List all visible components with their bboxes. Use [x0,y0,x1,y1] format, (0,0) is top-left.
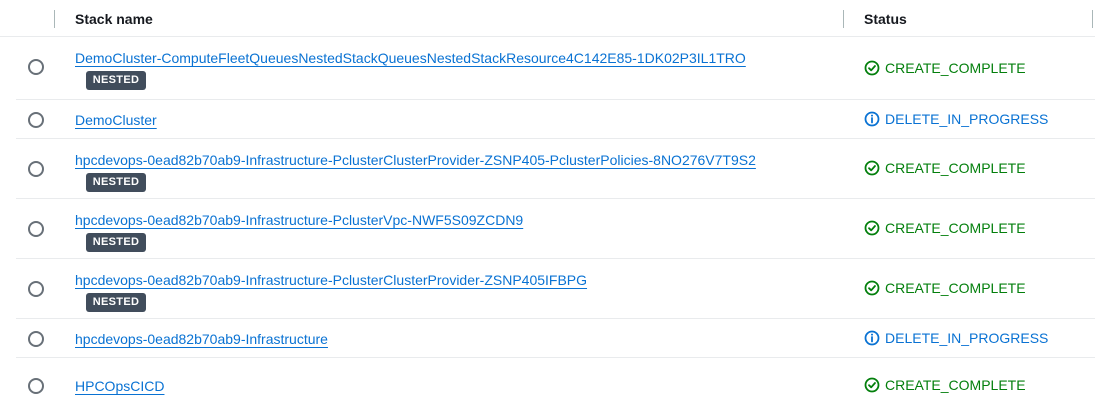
nested-badge: NESTED [86,173,146,192]
status-text: CREATE_COMPLETE [885,377,1026,393]
table-row: DemoCluster-ComputeFleetQueuesNestedStac… [16,37,1095,100]
status-indicator: DELETE_IN_PROGRESS [864,330,1048,346]
check-circle-icon [864,220,885,236]
nested-badge: NESTED [86,71,146,90]
stack-name-cell: DemoCluster-ComputeFleetQueuesNestedStac… [75,49,746,90]
column-header-status[interactable]: Status [864,11,907,27]
status-text: CREATE_COMPLETE [885,220,1026,236]
stack-name-cell: hpcdevops-0ead82b70ab9-Infrastructure [75,330,328,349]
row-select-radio[interactable] [28,281,44,297]
column-divider[interactable] [843,10,844,28]
stack-name-cell: DemoCluster [75,111,157,130]
stack-name-link[interactable]: hpcdevops-0ead82b70ab9-Infrastructure-Pc… [75,211,523,229]
status-text: DELETE_IN_PROGRESS [885,330,1049,346]
row-select-radio[interactable] [28,378,44,394]
info-circle-icon [864,111,885,127]
check-circle-icon [864,280,885,296]
stack-name-cell: hpcdevops-0ead82b70ab9-Infrastructure-Pc… [75,151,756,192]
stack-name-link[interactable]: DemoCluster [75,111,157,129]
stack-name-link[interactable]: hpcdevops-0ead82b70ab9-Infrastructure-Pc… [75,151,756,169]
row-select-radio[interactable] [28,221,44,237]
column-divider[interactable] [54,10,55,28]
status-indicator: CREATE_COMPLETE [864,377,1026,393]
status-indicator: CREATE_COMPLETE [864,280,1026,296]
check-circle-icon [864,160,885,176]
stack-name-cell: hpcdevops-0ead82b70ab9-Infrastructure-Pc… [75,271,587,312]
row-select-radio[interactable] [28,161,44,177]
row-select-radio[interactable] [28,112,44,128]
stacks-table: Stack name Status DemoCluster-ComputeFle… [0,0,1095,413]
info-circle-icon [864,330,885,346]
status-text: CREATE_COMPLETE [885,160,1026,176]
status-text: DELETE_IN_PROGRESS [885,111,1049,127]
row-select-radio[interactable] [28,59,44,75]
row-select-radio[interactable] [28,331,44,347]
table-row: hpcdevops-0ead82b70ab9-Infrastructure-Pc… [16,259,1095,319]
table-row: DemoCluster DELETE_IN_PROGRESS [16,100,1095,139]
stack-name-cell: hpcdevops-0ead82b70ab9-Infrastructure-Pc… [75,211,523,252]
stack-name-cell: HPCOpsCICD [75,377,164,396]
table-row: HPCOpsCICD CREATE_COMPLETE [16,358,1095,413]
column-divider[interactable] [1092,10,1093,28]
table-header: Stack name Status [0,0,1095,37]
stack-name-link[interactable]: DemoCluster-ComputeFleetQueuesNestedStac… [75,49,746,67]
status-indicator: DELETE_IN_PROGRESS [864,111,1048,127]
stack-name-link[interactable]: HPCOpsCICD [75,377,164,395]
status-indicator: CREATE_COMPLETE [864,220,1026,236]
stack-name-link[interactable]: hpcdevops-0ead82b70ab9-Infrastructure-Pc… [75,271,587,289]
stack-name-link[interactable]: hpcdevops-0ead82b70ab9-Infrastructure [75,330,328,348]
status-text: CREATE_COMPLETE [885,60,1026,76]
nested-badge: NESTED [86,233,146,252]
table-row: hpcdevops-0ead82b70ab9-Infrastructure DEL… [16,319,1095,358]
column-header-stack-name[interactable]: Stack name [75,11,153,27]
status-indicator: CREATE_COMPLETE [864,60,1026,76]
table-row: hpcdevops-0ead82b70ab9-Infrastructure-Pc… [16,139,1095,199]
nested-badge: NESTED [86,293,146,312]
table-row: hpcdevops-0ead82b70ab9-Infrastructure-Pc… [16,199,1095,259]
check-circle-icon [864,60,885,76]
status-text: CREATE_COMPLETE [885,280,1026,296]
check-circle-icon [864,377,885,393]
status-indicator: CREATE_COMPLETE [864,160,1026,176]
